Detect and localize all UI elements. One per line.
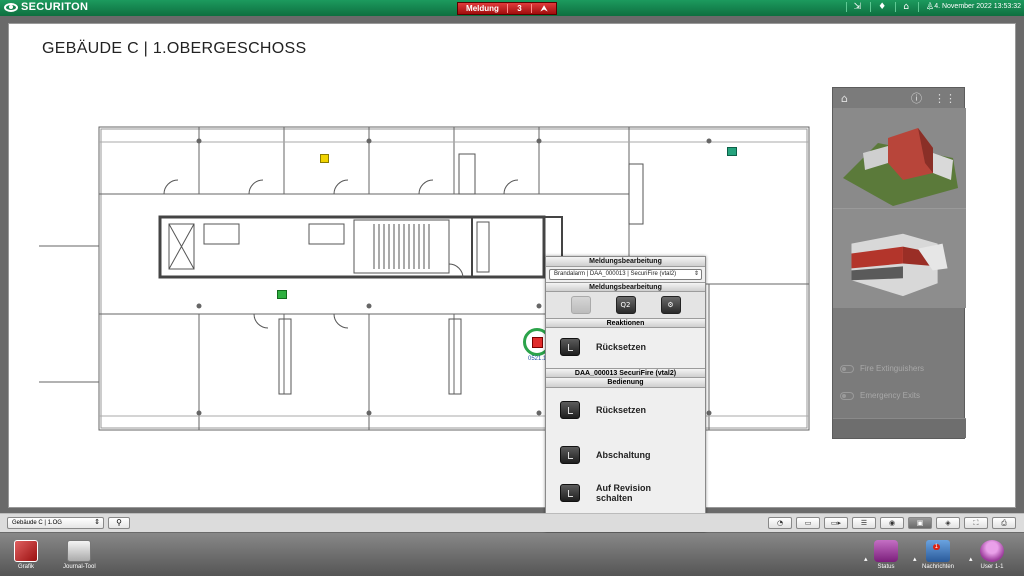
toggle-switch[interactable] (840, 391, 854, 400)
side-panel-footer (833, 418, 966, 438)
floor-plan-view[interactable]: GEBÄUDE C | 1.OBERGESCHOSS 0521.1 ⌂ ⓘ ⋮⋮… (8, 23, 1016, 508)
toggle-switch[interactable] (840, 364, 854, 373)
task-status[interactable]: Status (874, 540, 898, 570)
rotate-icon[interactable]: ◔ (768, 517, 792, 529)
shutdown-label: Abschaltung (596, 450, 651, 460)
reset-device-button[interactable]: Rücksetzen (546, 388, 705, 432)
task-label: Grafik (17, 564, 34, 570)
chevron-up-icon[interactable]: ▴ (913, 555, 917, 563)
status-icon (874, 540, 898, 562)
alarm-indicator[interactable]: Meldung 3 ⮝ (457, 2, 557, 15)
detector-label: 0521.1 (528, 356, 547, 362)
hand-icon (560, 401, 580, 419)
popup-header: Meldungsbearbeitung (546, 257, 705, 267)
hand-icon (560, 484, 580, 502)
top-bar: SECURITON Meldung 3 ⮝ ⇲ ♦ ⌂ ♙ 4. Novembe… (0, 0, 1024, 16)
task-label: User 1-1 (980, 564, 1004, 570)
event-select[interactable]: Brandalarm | DAA_000013 | SecuriFire (vt… (549, 269, 702, 280)
exit-sign-marker[interactable] (277, 290, 287, 299)
building-3d-view[interactable] (833, 208, 966, 308)
toggle-label: Emergency Exits (860, 391, 921, 400)
taskbar: Grafik Journal-Tool ▴ Status ▴ Nachricht… (0, 533, 1024, 576)
info-icon[interactable]: ⓘ (911, 90, 922, 106)
event-handling-popup: Meldungsbearbeitung Brandalarm | DAA_000… (545, 256, 706, 532)
list-icon[interactable]: ☰ (852, 517, 876, 529)
connection-icon[interactable]: ⇲ (845, 2, 861, 12)
section-header-operation: Bedienung (546, 378, 705, 388)
grafik-icon (14, 540, 38, 562)
view-toolbar: Gebäude C | 1.OG ⚲ ◔ ▭ ▭▸ ☰ ◉ ▣ ◈ ⛶ ⎙ (0, 513, 1024, 532)
frame-icon[interactable]: ▭ (796, 517, 820, 529)
task-label: Status (877, 564, 895, 570)
chevron-up-icon[interactable]: ▴ (969, 555, 973, 563)
acknowledge-button[interactable] (570, 296, 591, 314)
user-icon (980, 540, 1004, 562)
alarm-count: 3 (508, 4, 532, 13)
device-header: DAA_000013 SecuriFire (vtal2) (546, 368, 705, 378)
journal-icon (67, 540, 92, 562)
brand-logo: SECURITON (4, 1, 88, 13)
toggle-fire-extinguishers[interactable]: Fire Extinguishers (840, 364, 924, 373)
cube-icon[interactable]: ◈ (936, 517, 960, 529)
task-label: Nachrichten (922, 564, 955, 570)
eye-icon[interactable]: ◉ (880, 517, 904, 529)
settings-button[interactable]: ⚙ (660, 296, 681, 314)
alarm-label: Meldung (458, 4, 508, 13)
revision-label: Auf Revision schalten (596, 483, 652, 503)
frame-arrow-icon[interactable]: ▭▸ (824, 517, 848, 529)
fit-screen-icon[interactable]: ⛶ (964, 517, 988, 529)
bulb-icon[interactable]: ♦ (870, 2, 886, 12)
task-label: Journal-Tool (63, 564, 96, 570)
campus-3d-view[interactable] (833, 108, 966, 208)
detector-icon (532, 337, 543, 348)
hand-icon (560, 338, 580, 356)
arrow-up-icon[interactable]: ⮝ (532, 4, 556, 14)
brand-name: SECURITON (21, 1, 89, 13)
alarm-device-marker[interactable] (320, 154, 329, 163)
task-journal-tool[interactable]: Journal-Tool (63, 540, 96, 570)
chevron-up-icon[interactable]: ▴ (864, 555, 868, 563)
section-header-reactions: Reaktionen (546, 318, 705, 328)
shutdown-button[interactable]: Abschaltung (546, 432, 705, 478)
task-grafik[interactable]: Grafik (14, 540, 38, 570)
datetime: 4. November 2022 13:53:32 (929, 3, 1021, 10)
floor-select[interactable]: Gebäude C | 1.OG (7, 517, 104, 529)
print-icon[interactable]: ⎙ (992, 517, 1016, 529)
eye-icon (4, 2, 18, 12)
reset-button[interactable]: Rücksetzen (546, 328, 705, 366)
exit-sign-marker[interactable] (727, 147, 737, 156)
toggle-emergency-exits[interactable]: Emergency Exits (840, 391, 920, 400)
toggle-label: Fire Extinguishers (860, 364, 925, 373)
grid-icon[interactable]: ⋮⋮ (934, 92, 956, 105)
task-user[interactable]: User 1-1 (980, 540, 1004, 570)
revision-button[interactable]: Auf Revision schalten (546, 478, 705, 508)
section-header: Meldungsbearbeitung (546, 282, 705, 292)
reset-device-label: Rücksetzen (596, 405, 647, 415)
side-panel: ⌂ ⓘ ⋮⋮ ✕ Fire Extinguishers Emerge (832, 87, 966, 439)
layer-icon[interactable]: ▣ (908, 517, 932, 529)
task-nachrichten[interactable]: Nachrichten 1 (922, 540, 954, 570)
q2-button[interactable]: Q2 (615, 296, 636, 314)
hand-icon (560, 446, 580, 464)
message-count-badge: 1 (932, 544, 941, 550)
search-icon[interactable]: ⚲ (108, 517, 130, 529)
reset-label: Rücksetzen (596, 342, 647, 352)
home-icon[interactable]: ⌂ (895, 2, 909, 12)
home-icon[interactable]: ⌂ (841, 92, 848, 105)
